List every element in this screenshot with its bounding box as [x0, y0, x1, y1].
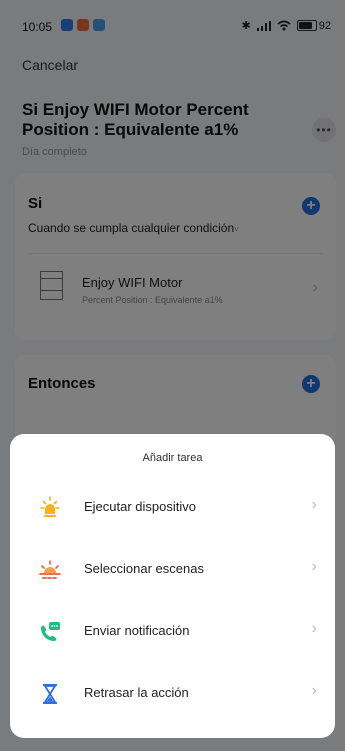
chevron-right-icon: ›	[311, 496, 317, 513]
sheet-item-label: Seleccionar escenas	[84, 561, 204, 576]
sheet-item-label: Retrasar la acción	[84, 685, 189, 700]
sheet-item-run-device[interactable]: Ejecutar dispositivo ›	[10, 480, 335, 536]
sheet-item-label: Enviar notificación	[84, 623, 190, 638]
notification-phone-icon	[38, 620, 62, 644]
sheet-item-select-scenes[interactable]: Seleccionar escenas ›	[10, 542, 335, 598]
sheet-title: Añadir tarea	[142, 452, 203, 464]
chevron-right-icon: ›	[311, 682, 317, 699]
sheet-item-label: Ejecutar dispositivo	[84, 499, 196, 514]
bulb-icon	[38, 496, 62, 520]
add-task-sheet: Añadir tarea Ejecutar dispositivo › Sele…	[10, 434, 335, 738]
sheet-item-delay-action[interactable]: Retrasar la acción ›	[10, 666, 335, 722]
chevron-right-icon: ›	[311, 620, 317, 637]
sunrise-icon	[38, 558, 62, 582]
sheet-item-send-notification[interactable]: Enviar notificación ›	[10, 604, 335, 660]
chevron-right-icon: ›	[311, 558, 317, 575]
hourglass-icon	[38, 682, 62, 706]
